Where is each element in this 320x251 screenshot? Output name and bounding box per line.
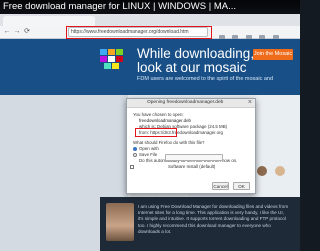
- review-text: I am using Free Download Manager for dow…: [138, 204, 289, 234]
- video-title: Free download manager for LINUX | WINDOW…: [0, 0, 300, 14]
- url-highlight-box: [66, 26, 212, 39]
- save-file-radio[interactable]: [133, 152, 137, 157]
- open-file-dialog: Opening freedownloadmanager.deb × You ha…: [126, 98, 256, 194]
- open-with-select[interactable]: Software Install (default): [165, 154, 223, 169]
- reviewer-photo: [106, 203, 134, 241]
- close-icon[interactable]: ×: [248, 99, 252, 106]
- hero-title: While downloading, look at our mosaic: [137, 46, 255, 75]
- open-with-select-value: Software Install (default): [168, 164, 216, 169]
- avatar: [257, 166, 268, 176]
- browser-tab[interactable]: [3, 16, 95, 26]
- ok-button[interactable]: OK: [233, 182, 250, 190]
- join-mosaic-button[interactable]: Join the Mosaic: [253, 49, 293, 60]
- back-icon[interactable]: ←: [3, 28, 11, 36]
- forward-icon[interactable]: →: [13, 28, 21, 36]
- reload-icon[interactable]: ⟳: [23, 28, 31, 36]
- open-with-label: Open with: [139, 146, 159, 151]
- browser-tab-strip: [0, 14, 300, 26]
- hero-subtitle: FDM users are welcomed to the spirit of …: [137, 76, 274, 82]
- dialog-title: Opening freedownloadmanager.deb: [147, 100, 224, 105]
- hero-banner: While downloading, look at our mosaic FD…: [0, 39, 300, 95]
- mosaic-logo-icon: [100, 49, 123, 69]
- remember-choice-checkbox[interactable]: [130, 165, 134, 169]
- cancel-button[interactable]: Cancel: [212, 182, 229, 190]
- toolbar-icons: [216, 28, 296, 41]
- reviews-panel: I am using Free Download Manager for dow…: [100, 197, 300, 251]
- dialog-titlebar: Opening freedownloadmanager.deb ×: [127, 99, 255, 108]
- avatar: [274, 166, 285, 176]
- open-with-radio[interactable]: [133, 146, 137, 151]
- save-file-label: Save File: [139, 152, 158, 157]
- filename-highlight-box: [135, 128, 177, 137]
